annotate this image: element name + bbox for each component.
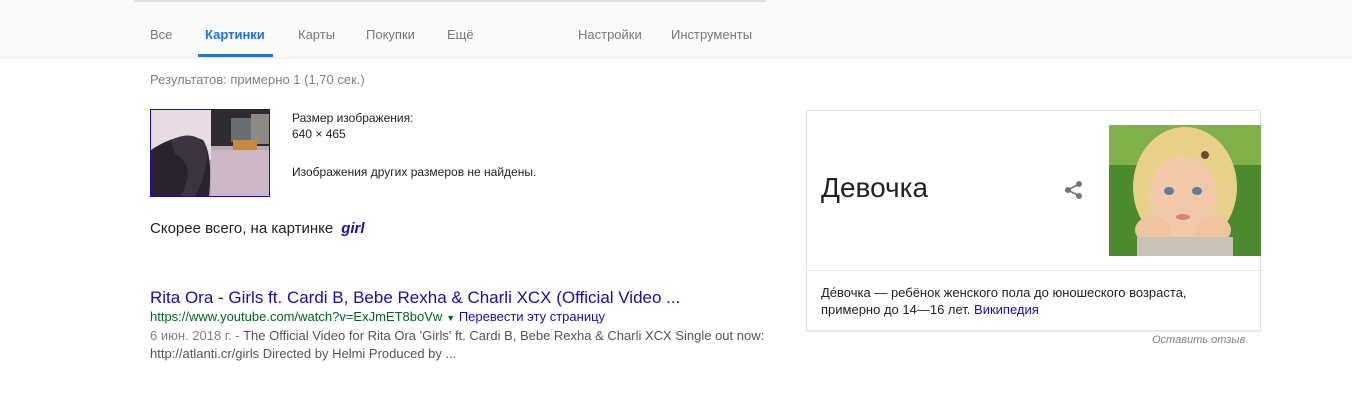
search-box-shadow [134,0,766,2]
tab-maps[interactable]: Карты [298,27,335,42]
knowledge-panel: Девочка Де́вочка — ребёнок женского пола… [806,110,1261,331]
no-other-sizes-text: Изображения других размеров не найдены. [292,165,537,179]
tab-all[interactable]: Все [150,27,172,42]
feedback-link[interactable]: Оставить отзыв [1152,334,1245,346]
tab-images[interactable]: Картинки [205,27,265,42]
result-stats: Результатов: примерно 1 (1,70 сек.) [150,72,365,87]
tab-shopping[interactable]: Покупки [366,27,415,42]
result-menu-arrow-icon[interactable]: ▼ [446,313,455,323]
search-results-page: Все Картинки Карты Покупки Ещё Настройки… [0,0,1352,406]
translate-page-link[interactable]: Перевести эту страницу [459,309,605,324]
best-guess-line: Скорее всего, на картинке girl [150,220,365,237]
result-url: https://www.youtube.com/watch?v=ExJmET8b… [150,309,443,324]
knowledge-panel-title: Девочка [821,172,929,203]
query-image-thumbnail[interactable] [150,109,270,197]
wikipedia-link[interactable]: Википедия [974,302,1039,317]
result-date: 6 июн. 2018 г. - [150,328,244,343]
tools-button[interactable]: Инструменты [671,27,752,42]
search-tabs-bar: Все Картинки Карты Покупки Ещё Настройки… [0,0,1352,58]
settings-button[interactable]: Настройки [578,27,642,42]
result-title-link[interactable]: Rita Ora - Girls ft. Cardi B, Bebe Rexha… [150,288,680,308]
result-snippet: 6 июн. 2018 г. - The Official Video for … [150,327,770,363]
best-guess-prefix: Скорее всего, на картинке [150,220,334,237]
image-size-value: 640 × 465 [292,127,346,141]
result-snippet-text: The Official Video for Rita Ora 'Girls' … [150,328,765,361]
knowledge-panel-divider [807,270,1260,271]
image-size-label: Размер изображения: [292,111,414,125]
tab-more[interactable]: Ещё [447,27,474,42]
active-tab-underline [198,54,273,57]
share-icon[interactable] [1063,179,1085,201]
knowledge-panel-photo[interactable] [1109,125,1261,256]
knowledge-panel-description: Де́вочка — ребёнок женского пола до юнош… [821,284,1241,318]
query-image [151,110,269,196]
girl-photo [1109,125,1261,256]
result-url-line: https://www.youtube.com/watch?v=ExJmET8b… [150,309,605,324]
best-guess-query-link[interactable]: girl [341,220,364,237]
